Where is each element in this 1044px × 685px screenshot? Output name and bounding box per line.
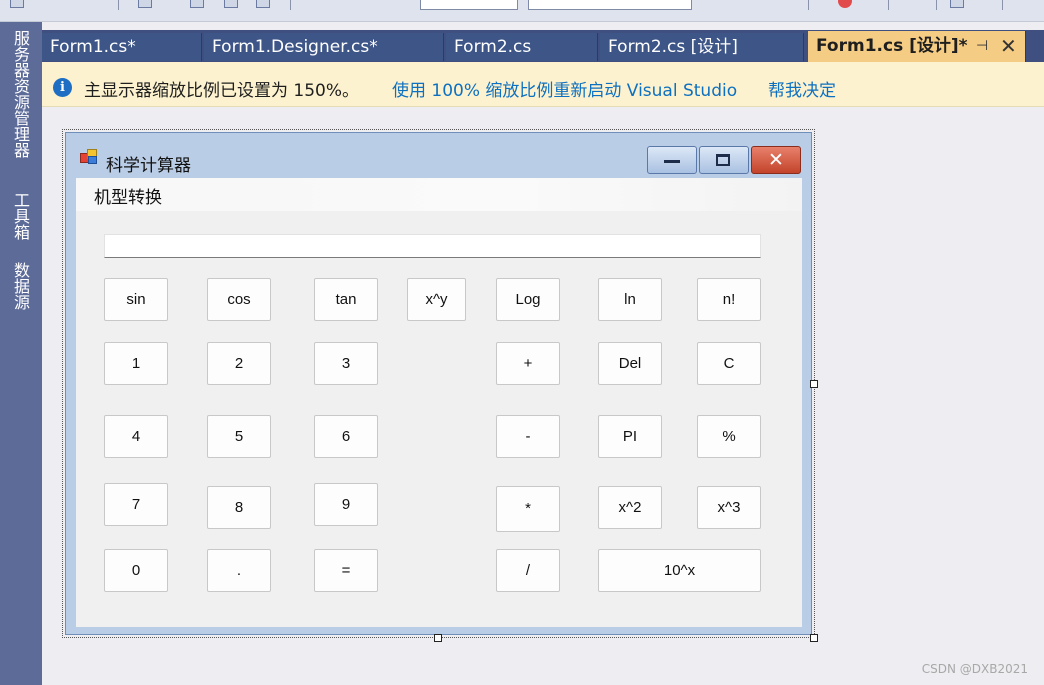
breakpoint-icon[interactable]: [838, 0, 852, 8]
button-multiply[interactable]: *: [496, 486, 560, 532]
button-ln[interactable]: ln: [598, 278, 662, 321]
toolbar-separator: [808, 0, 809, 10]
button-cos[interactable]: cos: [207, 278, 271, 321]
button-pi[interactable]: PI: [598, 415, 662, 458]
button-4[interactable]: 4: [104, 415, 168, 458]
button-divide[interactable]: /: [496, 549, 560, 592]
button-7[interactable]: 7: [104, 483, 168, 526]
resize-handle-bottom[interactable]: [434, 634, 442, 642]
button-tan[interactable]: tan: [314, 278, 378, 321]
button-log[interactable]: Log: [496, 278, 560, 321]
button-0[interactable]: 0: [104, 549, 168, 592]
form-title: 科学计算器: [106, 156, 191, 176]
button-2[interactable]: 2: [207, 342, 271, 385]
sidebar-tab-server-explorer[interactable]: 服务器资源管理器: [8, 30, 30, 158]
minimize-button[interactable]: [647, 146, 697, 174]
button-ten-power[interactable]: 10^x: [598, 549, 761, 592]
button-clear[interactable]: C: [697, 342, 761, 385]
pin-icon[interactable]: ⊣: [976, 31, 988, 62]
tab-form1-cs[interactable]: Form1.cs*: [42, 33, 202, 61]
form-selection-border[interactable]: 科学计算器 ✕ 机型转换 sin cos tan x^y Log ln n! 1…: [62, 129, 815, 638]
button-add[interactable]: +: [496, 342, 560, 385]
info-message: 主显示器缩放比例已设置为 150%。: [84, 81, 360, 101]
form-app-icon: [80, 149, 99, 165]
sidebar-tab-data-sources[interactable]: 数据源: [8, 262, 30, 310]
tab-label: Form1.cs [设计]*: [816, 36, 968, 56]
toolbar-icon[interactable]: [10, 0, 24, 8]
button-3[interactable]: 3: [314, 342, 378, 385]
button-sin[interactable]: sin: [104, 278, 168, 321]
tab-form2-design[interactable]: Form2.cs [设计]: [600, 33, 804, 61]
button-8[interactable]: 8: [207, 486, 271, 529]
toolbar-separator: [290, 0, 291, 10]
restart-100-percent-link[interactable]: 使用 100% 缩放比例重新启动 Visual Studio: [392, 76, 737, 101]
button-delete[interactable]: Del: [598, 342, 662, 385]
form-window[interactable]: 科学计算器 ✕ 机型转换 sin cos tan x^y Log ln n! 1…: [65, 132, 812, 635]
tab-form1-design[interactable]: Form1.cs [设计]* ⊣ ✕: [808, 31, 1026, 62]
button-cube[interactable]: x^3: [697, 486, 761, 529]
help-me-decide-link[interactable]: 帮我决定: [768, 76, 836, 101]
resize-handle-corner[interactable]: [810, 634, 818, 642]
button-percent[interactable]: %: [697, 415, 761, 458]
menu-item-model-conversion[interactable]: 机型转换: [84, 183, 172, 208]
button-9[interactable]: 9: [314, 483, 378, 526]
tab-label: Form2.cs: [454, 37, 532, 57]
button-square[interactable]: x^2: [598, 486, 662, 529]
info-icon: i: [53, 78, 72, 97]
maximize-icon: [716, 154, 730, 166]
display-textbox[interactable]: [104, 234, 761, 258]
toolbar-icon[interactable]: [950, 0, 964, 8]
button-subtract[interactable]: -: [496, 415, 560, 458]
close-icon[interactable]: ✕: [1000, 31, 1017, 62]
menu-strip: 机型转换: [76, 178, 802, 211]
minimize-icon: [664, 160, 680, 163]
toolbar-icon[interactable]: [138, 0, 152, 8]
toolbar-separator: [1002, 0, 1003, 10]
toolbar-separator: [888, 0, 889, 10]
watermark: CSDN @DXB2021: [921, 662, 1028, 676]
button-factorial[interactable]: n!: [697, 278, 761, 321]
button-equals[interactable]: =: [314, 549, 378, 592]
close-button[interactable]: ✕: [751, 146, 801, 174]
button-power[interactable]: x^y: [407, 278, 466, 321]
toolbar-separator: [118, 0, 119, 10]
toolbar-icon[interactable]: [256, 0, 270, 8]
dpi-info-bar: i 主显示器缩放比例已设置为 150%。 使用 100% 缩放比例重新启动 Vi…: [42, 62, 1044, 107]
document-tab-bar: Form1.cs* Form1.Designer.cs* Form2.cs Fo…: [42, 22, 1044, 62]
close-icon: ✕: [768, 149, 784, 171]
sidebar-tab-toolbox[interactable]: 工具箱: [8, 192, 30, 240]
configuration-combo[interactable]: [420, 0, 518, 10]
platform-combo[interactable]: [528, 0, 692, 10]
tab-label: Form2.cs [设计]: [608, 37, 738, 57]
resize-handle-right[interactable]: [810, 380, 818, 388]
tab-label: Form1.cs*: [50, 37, 136, 57]
button-5[interactable]: 5: [207, 415, 271, 458]
form-client-area: 机型转换 sin cos tan x^y Log ln n! 1 2 3 + D…: [76, 178, 802, 627]
maximize-button[interactable]: [699, 146, 749, 174]
button-decimal[interactable]: .: [207, 549, 271, 592]
button-1[interactable]: 1: [104, 342, 168, 385]
toolbar-separator: [936, 0, 937, 10]
toolbar-icon[interactable]: [190, 0, 204, 8]
left-tool-sidebar: 服务器资源管理器 工具箱 数据源: [0, 22, 42, 685]
tab-form1-designer-cs[interactable]: Form1.Designer.cs*: [204, 33, 444, 61]
button-6[interactable]: 6: [314, 415, 378, 458]
tab-form2-cs[interactable]: Form2.cs: [446, 33, 598, 61]
tab-label: Form1.Designer.cs*: [212, 37, 378, 57]
main-toolbar: [0, 0, 1044, 22]
toolbar-icon[interactable]: [224, 0, 238, 8]
